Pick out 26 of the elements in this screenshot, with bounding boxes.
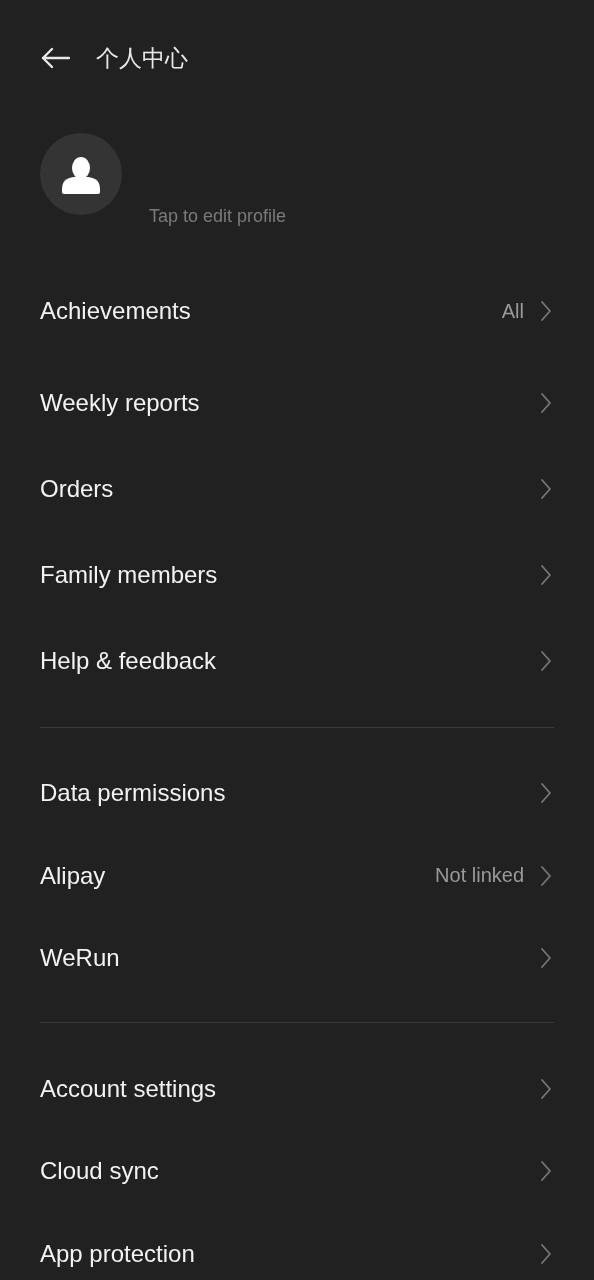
page-title: 个人中心 xyxy=(96,43,188,73)
settings-item[interactable]: Data permissions xyxy=(40,752,554,835)
chevron-icon xyxy=(540,864,552,887)
settings-item[interactable]: Cloud sync xyxy=(40,1130,554,1213)
settings-item[interactable]: WeRun xyxy=(40,917,554,1000)
settings-item[interactable]: Orders xyxy=(40,446,554,532)
settings-item[interactable]: Weekly reports xyxy=(40,360,554,446)
back-icon[interactable] xyxy=(40,47,70,69)
chevron-icon xyxy=(540,300,552,322)
chevron-icon xyxy=(540,1077,552,1100)
chevron-icon xyxy=(540,782,552,805)
chevron-icon xyxy=(540,1242,552,1265)
chevron-icon xyxy=(540,947,552,970)
chevron-icon xyxy=(540,1160,552,1183)
chevron-icon xyxy=(540,564,552,586)
settings-item[interactable]: Help & feedback xyxy=(40,618,554,704)
settings-item[interactable]: App protection xyxy=(40,1212,554,1280)
settings-item[interactable]: Achievements All xyxy=(40,268,554,354)
settings-item[interactable]: Family members xyxy=(40,532,554,618)
settings-item[interactable]: Account settings xyxy=(40,1047,554,1130)
settings-item[interactable]: Alipay Not linked xyxy=(40,834,554,917)
chevron-icon xyxy=(540,478,552,500)
chevron-icon xyxy=(540,650,552,672)
chevron-icon xyxy=(540,392,552,414)
avatar-icon[interactable] xyxy=(40,133,122,215)
edit-profile-hint[interactable]: Tap to edit profile xyxy=(149,206,287,233)
